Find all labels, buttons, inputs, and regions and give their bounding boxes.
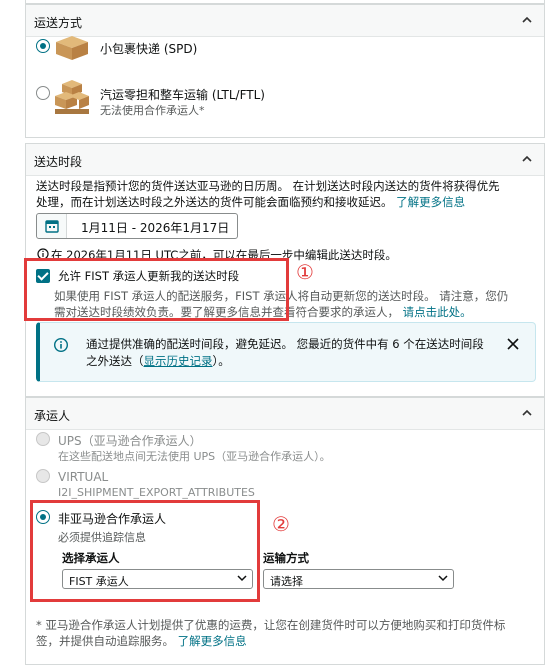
ltl-radio[interactable] bbox=[36, 86, 50, 100]
transport-select-value: 请选择 bbox=[270, 575, 303, 588]
ltl-sublabel: 无法使用合作承运人* bbox=[100, 104, 205, 117]
footnote-line1: * 亚马逊合作承运人计划提供了优惠的运费，让您在创建货件时可以方便地购买和打印货… bbox=[36, 618, 506, 632]
ups-radio bbox=[36, 432, 50, 446]
annotation-marker-1: ① bbox=[296, 260, 314, 284]
footnote-line2: 签，并提供自动追踪服务。 了解更多信息 bbox=[36, 633, 247, 649]
shipping-mode-title: 运送方式 bbox=[34, 16, 83, 30]
chevron-down-icon bbox=[438, 575, 448, 582]
annotation-box-1 bbox=[24, 258, 289, 321]
transport-select[interactable]: 请选择 bbox=[263, 569, 454, 589]
delivery-desc-line2-text: 处理，而在计划送达时段之外送达的货件可能会面临预约和接收延迟。 bbox=[36, 195, 393, 209]
delivery-window-title: 送达时段 bbox=[34, 155, 83, 169]
delivery-desc-line2: 处理，而在计划送达时段之外送达的货件可能会面临预约和接收延迟。 了解更多信息 bbox=[36, 194, 465, 210]
learn-more-link[interactable]: 了解更多信息 bbox=[396, 195, 465, 209]
spd-radio[interactable] bbox=[36, 39, 50, 53]
close-icon[interactable] bbox=[507, 338, 519, 350]
date-range-value: 1月11日 - 2026年1月17日 bbox=[81, 221, 230, 235]
info-line2-end: ）。 bbox=[212, 354, 230, 368]
date-range-picker[interactable]: 1月11日 - 2026年1月17日 bbox=[36, 213, 238, 239]
ups-label: UPS（亚马逊合作承运人） bbox=[58, 434, 202, 448]
virtual-label: VIRTUAL bbox=[58, 470, 109, 484]
transport-label: 运输方式 bbox=[263, 551, 309, 565]
chevron-up-icon[interactable] bbox=[520, 406, 534, 420]
show-history-link[interactable]: 显示历史记录 bbox=[144, 354, 213, 368]
chevron-up-icon[interactable] bbox=[520, 13, 534, 27]
ups-sublabel: 在这些配送地点间无法使用 UPS（亚马逊合作承运人）。 bbox=[58, 450, 331, 463]
info-line2: 之外送达（显示历史记录）。 bbox=[86, 353, 230, 369]
history-info-alert: 通过提供准确的配送时间段，避免延迟。 您最近的货件中有 6 个在送达时间段 之外… bbox=[36, 322, 536, 382]
calendar-button[interactable] bbox=[37, 214, 67, 238]
click-here-link[interactable]: 请点击此处。 bbox=[403, 305, 472, 319]
annotation-marker-2: ② bbox=[272, 512, 290, 536]
chevron-up-icon[interactable] bbox=[520, 152, 534, 166]
pallet-boxes-icon bbox=[55, 80, 89, 114]
footnote-learn-more-link[interactable]: 了解更多信息 bbox=[178, 634, 247, 648]
virtual-radio bbox=[36, 469, 50, 483]
carrier-header[interactable]: 承运人 bbox=[26, 398, 544, 430]
shipping-mode-header[interactable]: 运送方式 bbox=[26, 5, 544, 37]
virtual-sublabel: I2I_SHIPMENT_EXPORT_ATTRIBUTES bbox=[58, 486, 255, 499]
info-icon bbox=[54, 338, 68, 352]
annotation-box-2 bbox=[30, 500, 260, 602]
package-box-icon bbox=[56, 36, 88, 60]
carrier-title: 承运人 bbox=[34, 409, 71, 423]
delivery-desc-line1: 送达时段是指预计您的货件送达亚马逊的日历周。 在计划送达时段内送达的货件将获得优… bbox=[36, 179, 500, 193]
delivery-window-header[interactable]: 送达时段 bbox=[26, 144, 544, 176]
info-line2-start: 之外送达（ bbox=[86, 354, 144, 368]
ltl-label: 汽运零担和整车运输 (LTL/FTL) bbox=[100, 88, 265, 102]
info-line1: 通过提供准确的配送时间段，避免延迟。 您最近的货件中有 6 个在送达时间段 bbox=[86, 337, 484, 351]
footnote-line2-text: 签，并提供自动追踪服务。 bbox=[36, 634, 174, 648]
calendar-icon bbox=[45, 220, 59, 233]
spd-label: 小包裹快递 (SPD) bbox=[100, 42, 198, 56]
